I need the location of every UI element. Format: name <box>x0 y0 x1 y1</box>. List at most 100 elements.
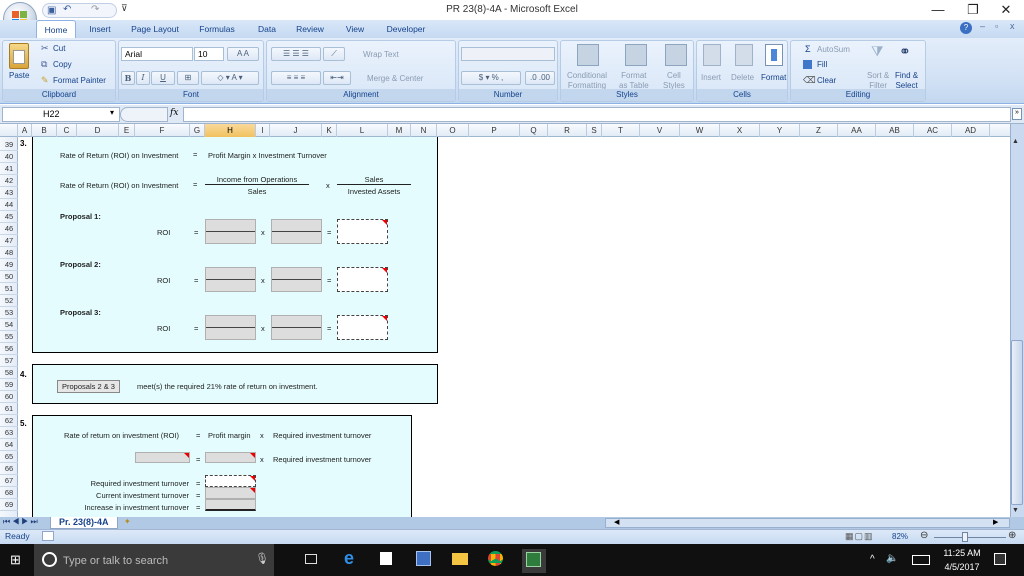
workbook-restore-button[interactable]: ▫ <box>995 21 998 31</box>
row-header-44[interactable]: 44 <box>0 199 18 211</box>
row-header-56[interactable]: 56 <box>0 343 18 355</box>
row-header-45[interactable]: 45 <box>0 211 18 223</box>
row-header-64[interactable]: 64 <box>0 439 18 451</box>
customize-qat-icon[interactable]: ⊽ <box>121 3 128 14</box>
format-cells-button[interactable]: Format <box>761 73 786 82</box>
number-format-select[interactable] <box>461 47 555 61</box>
column-header-ad[interactable]: AD <box>952 124 990 137</box>
column-header-v[interactable]: V <box>640 124 680 137</box>
column-header-x[interactable]: X <box>720 124 760 137</box>
sheet-tab-pr-23-8-4a[interactable]: Pr. 23(8)-4A <box>50 517 118 529</box>
scroll-down-icon[interactable]: ▼ <box>1012 507 1019 514</box>
delete-cells-button[interactable]: Delete <box>731 73 754 82</box>
tab-formulas[interactable]: Formulas <box>194 20 240 38</box>
proposal-1-turnover-cells[interactable] <box>271 219 322 244</box>
fill-font-color-buttons[interactable]: ◇ ▾ A ▾ <box>201 71 259 85</box>
current-turnover-input-cell[interactable] <box>205 487 256 499</box>
formula-input[interactable] <box>183 107 1011 122</box>
borders-button[interactable]: ⊞ <box>177 71 199 85</box>
expand-formula-bar-icon[interactable]: » <box>1012 108 1022 120</box>
required-turnover-input-cell[interactable] <box>205 475 256 487</box>
column-header-o[interactable]: O <box>437 124 469 137</box>
tab-view[interactable]: View <box>340 20 370 38</box>
format-painter-button[interactable]: Format Painter <box>53 76 106 85</box>
row-header-50[interactable]: 50 <box>0 271 18 283</box>
column-header-p[interactable]: P <box>469 124 520 137</box>
proposal-2-roi-result-cell[interactable] <box>337 267 388 292</box>
horizontal-align-buttons[interactable]: ≡ ≡ ≡ <box>271 71 321 85</box>
row-header-51[interactable]: 51 <box>0 283 18 295</box>
column-header-e[interactable]: E <box>119 124 135 137</box>
column-header-l[interactable]: L <box>337 124 388 137</box>
workbook-close-button[interactable]: x <box>1010 21 1015 31</box>
vertical-scroll-thumb[interactable] <box>1011 340 1023 505</box>
volume-icon[interactable]: 🔈 <box>886 553 898 564</box>
search-placeholder[interactable]: Type or talk to search <box>63 555 168 567</box>
undo-icon[interactable]: ↶ <box>63 4 71 15</box>
font-size-select[interactable]: 10 <box>194 47 224 61</box>
row-header-68[interactable]: 68 <box>0 487 18 499</box>
row-header-55[interactable]: 55 <box>0 331 18 343</box>
autosum-button[interactable]: AutoSum <box>817 45 850 54</box>
row-header-43[interactable]: 43 <box>0 187 18 199</box>
zoom-slider-thumb[interactable] <box>962 532 968 542</box>
column-header-z[interactable]: Z <box>800 124 838 137</box>
tab-data[interactable]: Data <box>252 20 282 38</box>
column-header-k[interactable]: K <box>322 124 337 137</box>
fill-button[interactable]: Fill <box>817 60 827 69</box>
excel-icon[interactable] <box>526 552 541 567</box>
sheet-nav-arrows[interactable]: ⏮◀▶⏭ <box>3 517 40 527</box>
column-header-c[interactable]: C <box>57 124 77 137</box>
row-header-39[interactable]: 39 <box>0 139 18 151</box>
insert-sheet-icon[interactable]: ✦ <box>124 517 131 526</box>
proposal-1-profit-margin-cells[interactable] <box>205 219 256 244</box>
zoom-in-icon[interactable]: ⊕ <box>1008 530 1016 541</box>
row-header-49[interactable]: 49 <box>0 259 18 271</box>
keyboard-icon[interactable] <box>912 555 930 565</box>
scroll-up-icon[interactable]: ▲ <box>1012 138 1019 145</box>
macro-record-icon[interactable] <box>42 531 54 541</box>
underline-button[interactable]: U <box>151 71 175 85</box>
column-header-aa[interactable]: AA <box>838 124 876 137</box>
row-header-62[interactable]: 62 <box>0 415 18 427</box>
row-header-58[interactable]: 58 <box>0 367 18 379</box>
row-header-52[interactable]: 52 <box>0 295 18 307</box>
cell-styles-button[interactable]: Cell Styles <box>663 71 685 91</box>
column-header-s[interactable]: S <box>587 124 602 137</box>
roi-input-cell[interactable] <box>135 452 190 463</box>
row-header-63[interactable]: 63 <box>0 427 18 439</box>
column-header-y[interactable]: Y <box>760 124 800 137</box>
select-all-button[interactable] <box>0 124 18 137</box>
help-icon[interactable]: ? <box>960 22 972 34</box>
tab-developer[interactable]: Developer <box>382 20 430 38</box>
chrome-icon[interactable] <box>488 551 503 566</box>
workbook-minimize-button[interactable]: – <box>980 21 985 31</box>
column-header-j[interactable]: J <box>270 124 322 137</box>
row-header-54[interactable]: 54 <box>0 319 18 331</box>
save-icon[interactable]: ▣ <box>47 5 56 16</box>
bold-button[interactable]: B <box>121 71 135 85</box>
column-header-b[interactable]: B <box>32 124 57 137</box>
clear-button[interactable]: Clear <box>817 76 836 85</box>
currency-percent-comma-buttons[interactable]: $ ▾ % , <box>461 71 521 85</box>
grow-shrink-font-buttons[interactable]: A A <box>227 47 259 61</box>
vertical-align-buttons[interactable]: ☰ ☰ ☰ <box>271 47 321 61</box>
row-header-48[interactable]: 48 <box>0 247 18 259</box>
microphone-icon[interactable]: 🎙 <box>255 552 269 565</box>
restore-button[interactable]: ❐ <box>955 0 991 20</box>
column-header-t[interactable]: T <box>602 124 640 137</box>
show-hidden-icons[interactable]: ^ <box>870 554 875 565</box>
zoom-slider-track[interactable] <box>934 537 1006 538</box>
orientation-button[interactable]: ⟋ <box>323 47 345 61</box>
scroll-left-icon[interactable]: ◀ <box>614 518 619 526</box>
copy-button[interactable]: Copy <box>53 60 72 69</box>
store-icon[interactable] <box>380 552 392 565</box>
row-header-60[interactable]: 60 <box>0 391 18 403</box>
format-as-table-button[interactable]: Format as Table <box>619 71 649 91</box>
row-header-46[interactable]: 46 <box>0 223 18 235</box>
column-header-ab[interactable]: AB <box>876 124 914 137</box>
merge-center-button[interactable]: Merge & Center <box>367 74 423 83</box>
file-explorer-icon[interactable] <box>452 553 468 565</box>
row-header-53[interactable]: 53 <box>0 307 18 319</box>
clock-date[interactable]: 4/5/2017 <box>940 562 984 572</box>
